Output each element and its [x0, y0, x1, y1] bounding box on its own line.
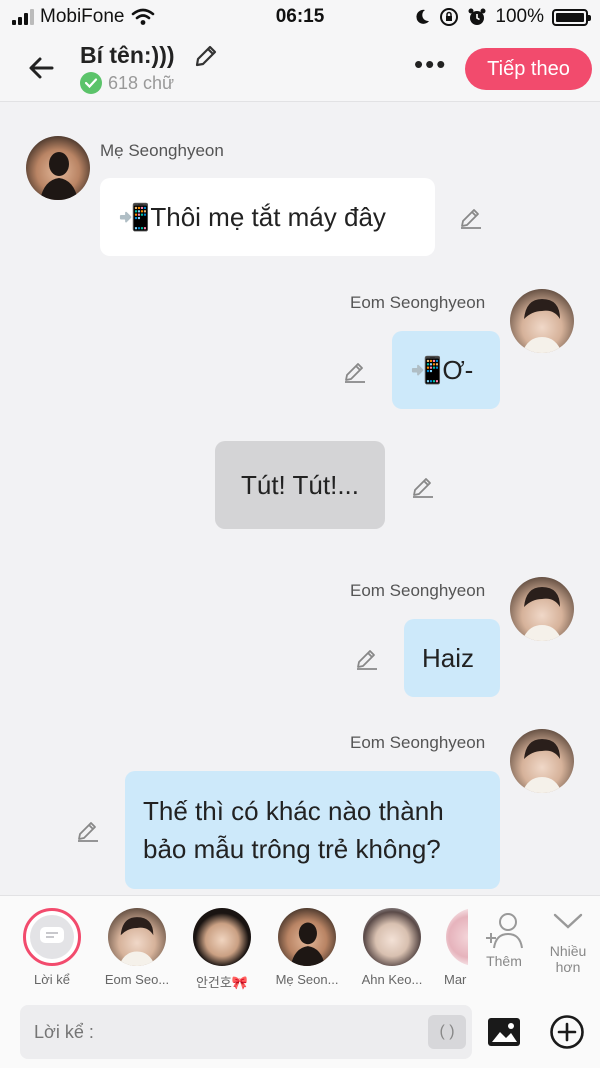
- character-name: Lời kể: [34, 972, 70, 987]
- more-label-line1: Nhiều: [549, 943, 587, 959]
- character-partial[interactable]: Mar: [438, 908, 468, 987]
- moon-icon: [416, 9, 430, 24]
- character-name: 안건호🎀: [195, 975, 249, 990]
- sender-name: Eom Seonghyeon: [350, 293, 486, 312]
- avatar[interactable]: [510, 729, 574, 793]
- character-name: Eom Seo...: [104, 972, 170, 987]
- add-character-button[interactable]: Thêm: [478, 910, 530, 969]
- avatar[interactable]: [26, 136, 90, 200]
- sender-name: Eom Seonghyeon: [350, 581, 486, 600]
- sender-name: Eom Seonghyeon: [350, 733, 486, 752]
- word-count-label: 618 chữ: [108, 72, 175, 93]
- more-characters-button[interactable]: Nhiều hơn: [540, 910, 596, 975]
- message-line: bảo mẫu trông trẻ không?: [143, 834, 441, 864]
- character-avatar: [108, 908, 166, 966]
- add-person-icon: [486, 913, 523, 949]
- next-button[interactable]: Tiếp theo: [465, 48, 592, 90]
- status-right: 100%: [413, 6, 591, 28]
- battery-icon: [552, 8, 591, 26]
- more-options-icon[interactable]: •••: [414, 51, 447, 77]
- composer: ( ): [0, 995, 600, 1068]
- character-avatar: [446, 908, 468, 966]
- character-avatar: [278, 908, 336, 966]
- edit-pencil-icon[interactable]: [354, 646, 380, 672]
- image-icon[interactable]: [486, 1015, 522, 1049]
- character-ahn-geonho[interactable]: 안건호🎀: [183, 908, 261, 991]
- narration-bubble[interactable]: Tút! Tút!...: [215, 441, 385, 529]
- check-icon: [80, 72, 102, 94]
- message-bubble[interactable]: Haiz: [404, 619, 500, 697]
- character-avatar: [363, 908, 421, 966]
- message-bubble[interactable]: 📲Thôi mẹ tắt máy đây: [100, 178, 435, 256]
- avatar[interactable]: [510, 577, 574, 641]
- parenthesis-button[interactable]: ( ): [428, 1015, 466, 1049]
- edit-pencil-icon[interactable]: [342, 359, 368, 385]
- chat-area[interactable]: Mẹ Seonghyeon 📲Thôi mẹ tắt máy đây Eom S…: [0, 103, 600, 895]
- story-header: Bí tên:))) 618 chữ ••• Tiếp theo: [0, 34, 600, 102]
- speech-bubble-icon: [40, 927, 64, 943]
- story-title[interactable]: Bí tên:))): [80, 42, 175, 69]
- edit-pencil-icon[interactable]: [75, 818, 101, 844]
- pencil-icon[interactable]: [192, 42, 220, 70]
- avatar[interactable]: [510, 289, 574, 353]
- add-label: Thêm: [486, 953, 522, 969]
- narrator-button[interactable]: [23, 908, 81, 966]
- chevron-down-icon: [553, 913, 583, 929]
- character-eom[interactable]: Eom Seo...: [98, 908, 176, 987]
- character-name: Ahn Keo...: [361, 972, 423, 987]
- rotation-lock-icon: [440, 8, 459, 26]
- character-name: Mẹ Seon...: [275, 972, 339, 987]
- sender-name: Mẹ Seonghyeon: [100, 141, 224, 160]
- character-avatar: [193, 908, 251, 966]
- character-narrator[interactable]: Lời kể: [13, 908, 91, 987]
- more-label-line2: hơn: [555, 959, 581, 975]
- character-name: Mar: [444, 972, 467, 987]
- status-bar: MobiFone 06:15 100%: [0, 0, 600, 34]
- message-bubble[interactable]: 📲Ơ-: [392, 331, 500, 409]
- edit-pencil-icon[interactable]: [458, 205, 484, 231]
- character-mom[interactable]: Mẹ Seon...: [268, 908, 346, 987]
- back-arrow-icon[interactable]: [22, 48, 62, 88]
- character-ahn-keo[interactable]: Ahn Keo...: [353, 908, 431, 987]
- character-bar: Lời kể Eom Seo... 안건호🎀 Mẹ Seon... Ahn Ke…: [0, 895, 600, 995]
- plus-circle-icon[interactable]: [549, 1014, 585, 1050]
- alarm-icon: [468, 8, 486, 25]
- battery-percent: 100%: [495, 6, 544, 27]
- edit-pencil-icon[interactable]: [410, 474, 436, 500]
- message-input[interactable]: [20, 1005, 472, 1059]
- message-bubble[interactable]: Thế thì có khác nào thành bảo mẫu trông …: [125, 771, 500, 889]
- message-line: Thế thì có khác nào thành: [143, 796, 444, 826]
- word-count: 618 chữ: [80, 72, 174, 94]
